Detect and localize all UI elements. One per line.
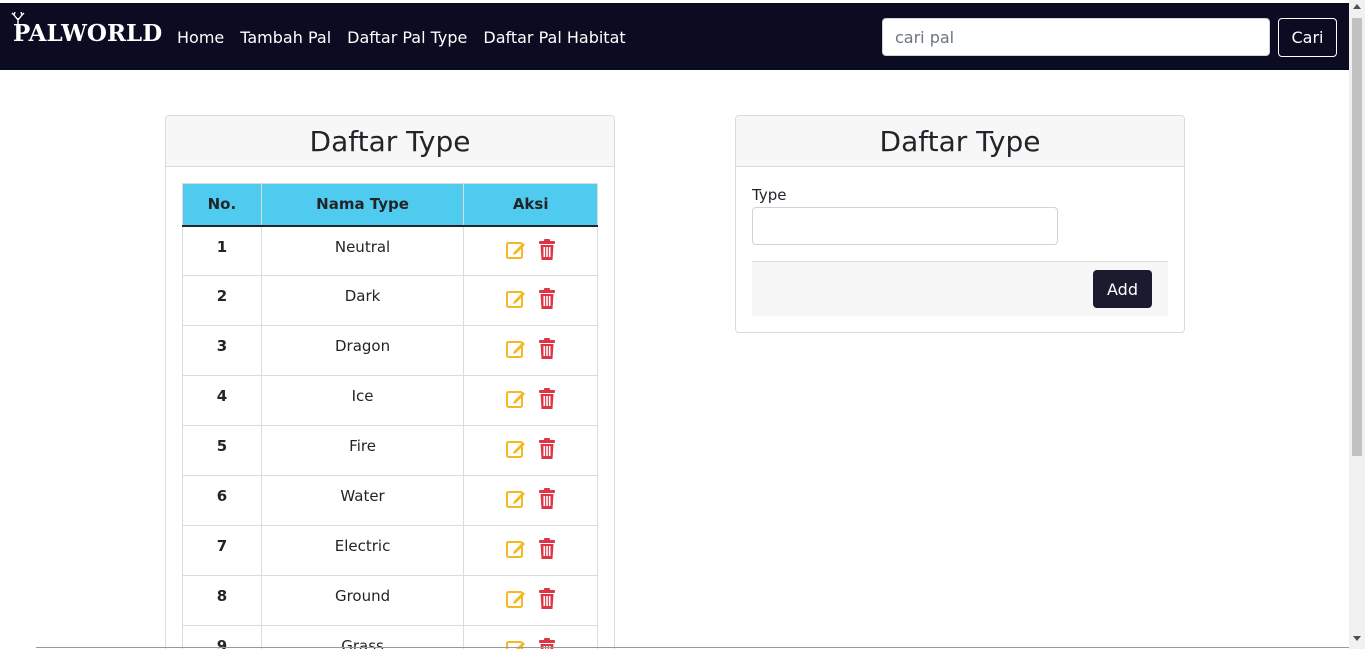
row-no: 7 <box>182 525 262 576</box>
edit-icon[interactable] <box>505 338 527 364</box>
header-nama-type: Nama Type <box>260 183 465 227</box>
scroll-up-icon[interactable] <box>1353 4 1361 9</box>
type-form-title: Daftar Type <box>736 116 1184 167</box>
table-row: 3 Dragon <box>182 325 598 376</box>
header-aksi: Aksi <box>463 183 598 227</box>
type-label: Type <box>752 186 787 204</box>
row-name: Dragon <box>260 325 465 376</box>
trash-icon[interactable] <box>538 388 556 414</box>
nav-links: Home Tambah Pal Daftar Pal Type Daftar P… <box>177 28 626 47</box>
type-form-card: Daftar Type Type Add <box>735 115 1185 333</box>
trash-icon[interactable] <box>538 438 556 464</box>
table-header-row: No. Nama Type Aksi <box>182 183 598 227</box>
nav-link-daftar-pal-habitat[interactable]: Daftar Pal Habitat <box>483 28 625 47</box>
scroll-down-icon[interactable] <box>1353 636 1361 641</box>
row-actions <box>463 525 598 576</box>
table-row: 2 Dark <box>182 275 598 326</box>
search-button[interactable]: Cari <box>1278 18 1337 57</box>
trash-icon[interactable] <box>538 538 556 564</box>
trash-icon[interactable] <box>538 338 556 364</box>
trash-icon[interactable] <box>538 588 556 614</box>
row-name: Grass <box>260 625 465 649</box>
row-name: Fire <box>260 425 465 476</box>
type-table: No. Nama Type Aksi 1 Neutral 2 Dark 3 Dragon 4… <box>182 183 598 649</box>
nav-link-tambah-pal[interactable]: Tambah Pal <box>240 28 331 47</box>
nav-link-daftar-pal-type[interactable]: Daftar Pal Type <box>347 28 467 47</box>
row-no: 1 <box>182 225 262 276</box>
row-actions <box>463 325 598 376</box>
row-actions <box>463 275 598 326</box>
trash-icon[interactable] <box>538 238 556 265</box>
row-actions <box>463 475 598 526</box>
header-no: No. <box>182 183 262 227</box>
table-row: 8 Ground <box>182 575 598 626</box>
scroll-thumb[interactable] <box>1352 18 1362 456</box>
form-footer: Add <box>752 261 1168 316</box>
brand-text: PALWORLD <box>13 20 163 47</box>
edit-icon[interactable] <box>505 588 527 614</box>
row-name: Dark <box>260 275 465 326</box>
row-name: Neutral <box>260 225 465 276</box>
type-list-title: Daftar Type <box>166 116 614 167</box>
table-row: 9 Grass <box>182 625 598 649</box>
trash-icon[interactable] <box>538 288 556 314</box>
row-name: Electric <box>260 525 465 576</box>
navbar: PALWORLD Home Tambah Pal Daftar Pal Type… <box>0 3 1349 70</box>
row-name: Ground <box>260 575 465 626</box>
edit-icon[interactable] <box>505 488 527 514</box>
type-list-card: Daftar Type No. Nama Type Aksi 1 Neutral 2… <box>165 115 615 649</box>
bottom-divider <box>36 647 1349 648</box>
row-no: 6 <box>182 475 262 526</box>
row-name: Ice <box>260 375 465 426</box>
page-scrollbar[interactable] <box>1349 0 1365 649</box>
row-no: 3 <box>182 325 262 376</box>
trash-icon[interactable] <box>538 488 556 514</box>
nav-link-home[interactable]: Home <box>177 28 224 47</box>
edit-icon[interactable] <box>505 288 527 314</box>
antler-icon <box>11 12 25 25</box>
row-no: 9 <box>182 625 262 649</box>
row-actions <box>463 625 598 649</box>
type-input[interactable] <box>752 207 1058 245</box>
edit-icon[interactable] <box>505 388 527 414</box>
edit-icon[interactable] <box>505 538 527 564</box>
row-actions <box>463 575 598 626</box>
row-name: Water <box>260 475 465 526</box>
row-no: 4 <box>182 375 262 426</box>
edit-icon[interactable] <box>505 239 527 265</box>
table-row: 6 Water <box>182 475 598 526</box>
table-row: 1 Neutral <box>182 225 598 276</box>
edit-icon[interactable] <box>505 438 527 464</box>
brand-logo[interactable]: PALWORLD <box>11 12 163 47</box>
row-no: 8 <box>182 575 262 626</box>
table-row: 5 Fire <box>182 425 598 476</box>
row-no: 2 <box>182 275 262 326</box>
table-row: 7 Electric <box>182 525 598 576</box>
search-input[interactable] <box>882 18 1270 56</box>
row-actions <box>463 375 598 426</box>
table-row: 4 Ice <box>182 375 598 426</box>
row-actions <box>463 225 598 276</box>
row-actions <box>463 425 598 476</box>
add-button[interactable]: Add <box>1093 270 1152 308</box>
row-no: 5 <box>182 425 262 476</box>
